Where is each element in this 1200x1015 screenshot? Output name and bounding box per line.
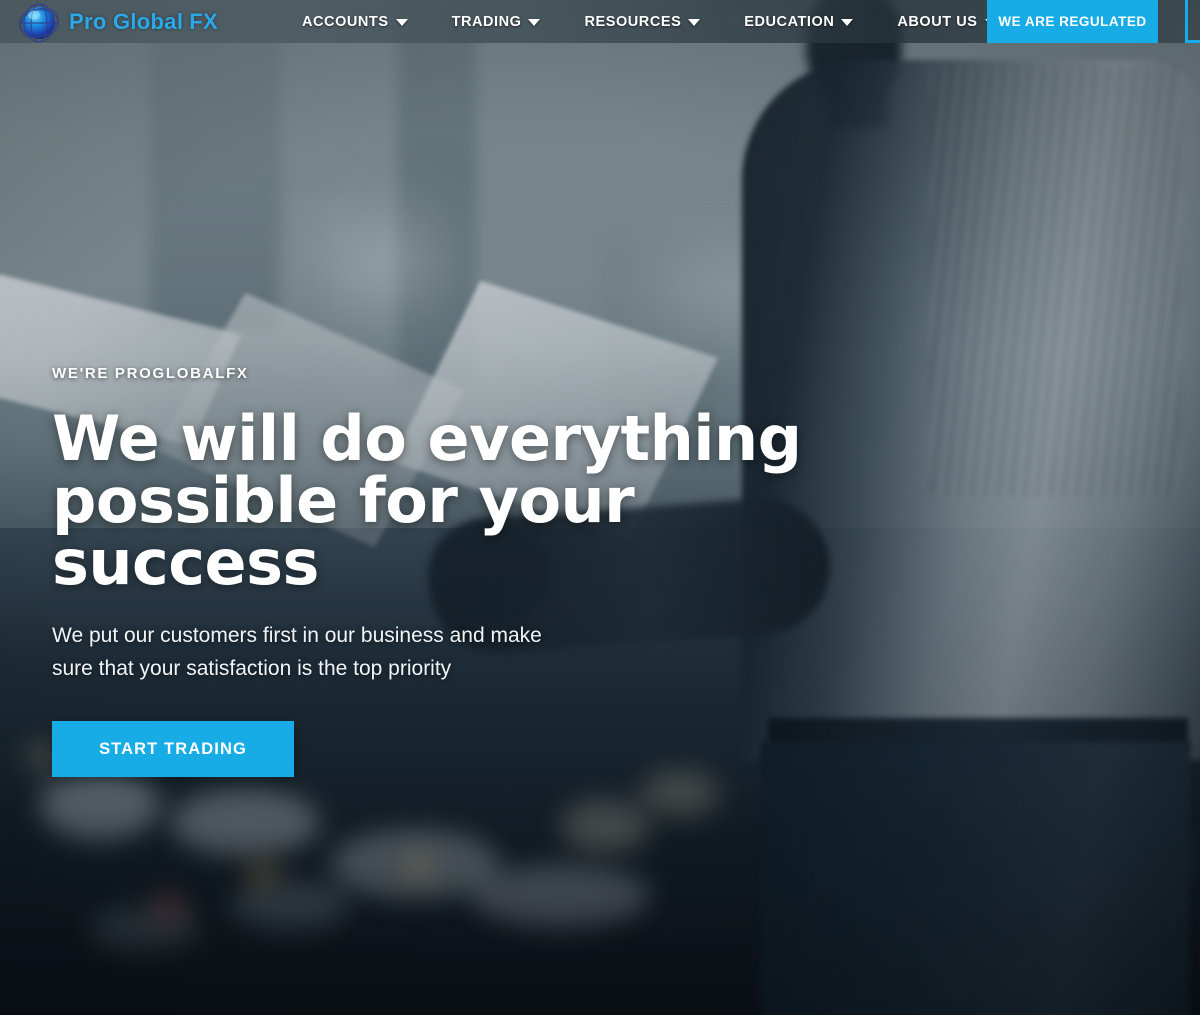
nav-item-trading[interactable]: TRADING: [430, 0, 563, 43]
start-trading-button[interactable]: START TRADING: [52, 721, 294, 778]
hero-subtitle-line-2: sure that your satisfaction is the top p…: [52, 656, 452, 680]
hero-section: WE'RE PROGLOBALFX We will do everything …: [52, 365, 872, 778]
site-header: Pro Global FX ACCOUNTS TRADING RESOURCES …: [0, 0, 1200, 43]
nav-item-accounts[interactable]: ACCOUNTS: [280, 0, 430, 43]
nav-item-education[interactable]: EDUCATION: [722, 0, 875, 43]
globe-icon: [16, 0, 62, 46]
hero-subtitle: We put our customers first in our busine…: [52, 620, 872, 685]
nav-item-resources[interactable]: RESOURCES: [562, 0, 722, 43]
nav-item-label: EDUCATION: [744, 13, 835, 30]
hero-title: We will do everything possible for your …: [52, 408, 872, 594]
hero-eyebrow: WE'RE PROGLOBALFX: [52, 365, 249, 382]
nav-item-label: RESOURCES: [584, 13, 682, 30]
hero-title-line-2: possible for your success: [52, 464, 635, 599]
chevron-down-icon: [395, 19, 408, 26]
header-edge-accent: [1185, 0, 1200, 43]
brand-name-suffix: FX: [189, 8, 218, 34]
chevron-down-icon: [688, 19, 701, 26]
nav-item-label: ACCOUNTS: [302, 13, 389, 30]
chevron-down-icon: [841, 19, 854, 26]
nav-item-label: ABOUT US: [897, 13, 978, 30]
we-are-regulated-button[interactable]: WE ARE REGULATED: [987, 0, 1158, 43]
brand-name-primary: Pro Global: [69, 8, 184, 34]
nav-item-label: TRADING: [451, 13, 522, 30]
brand-name: Pro Global FX: [69, 9, 218, 35]
hero-subtitle-line-1: We put our customers first in our busine…: [52, 624, 542, 647]
chevron-down-icon: [528, 19, 541, 26]
brand-logo[interactable]: Pro Global FX: [0, 0, 280, 46]
